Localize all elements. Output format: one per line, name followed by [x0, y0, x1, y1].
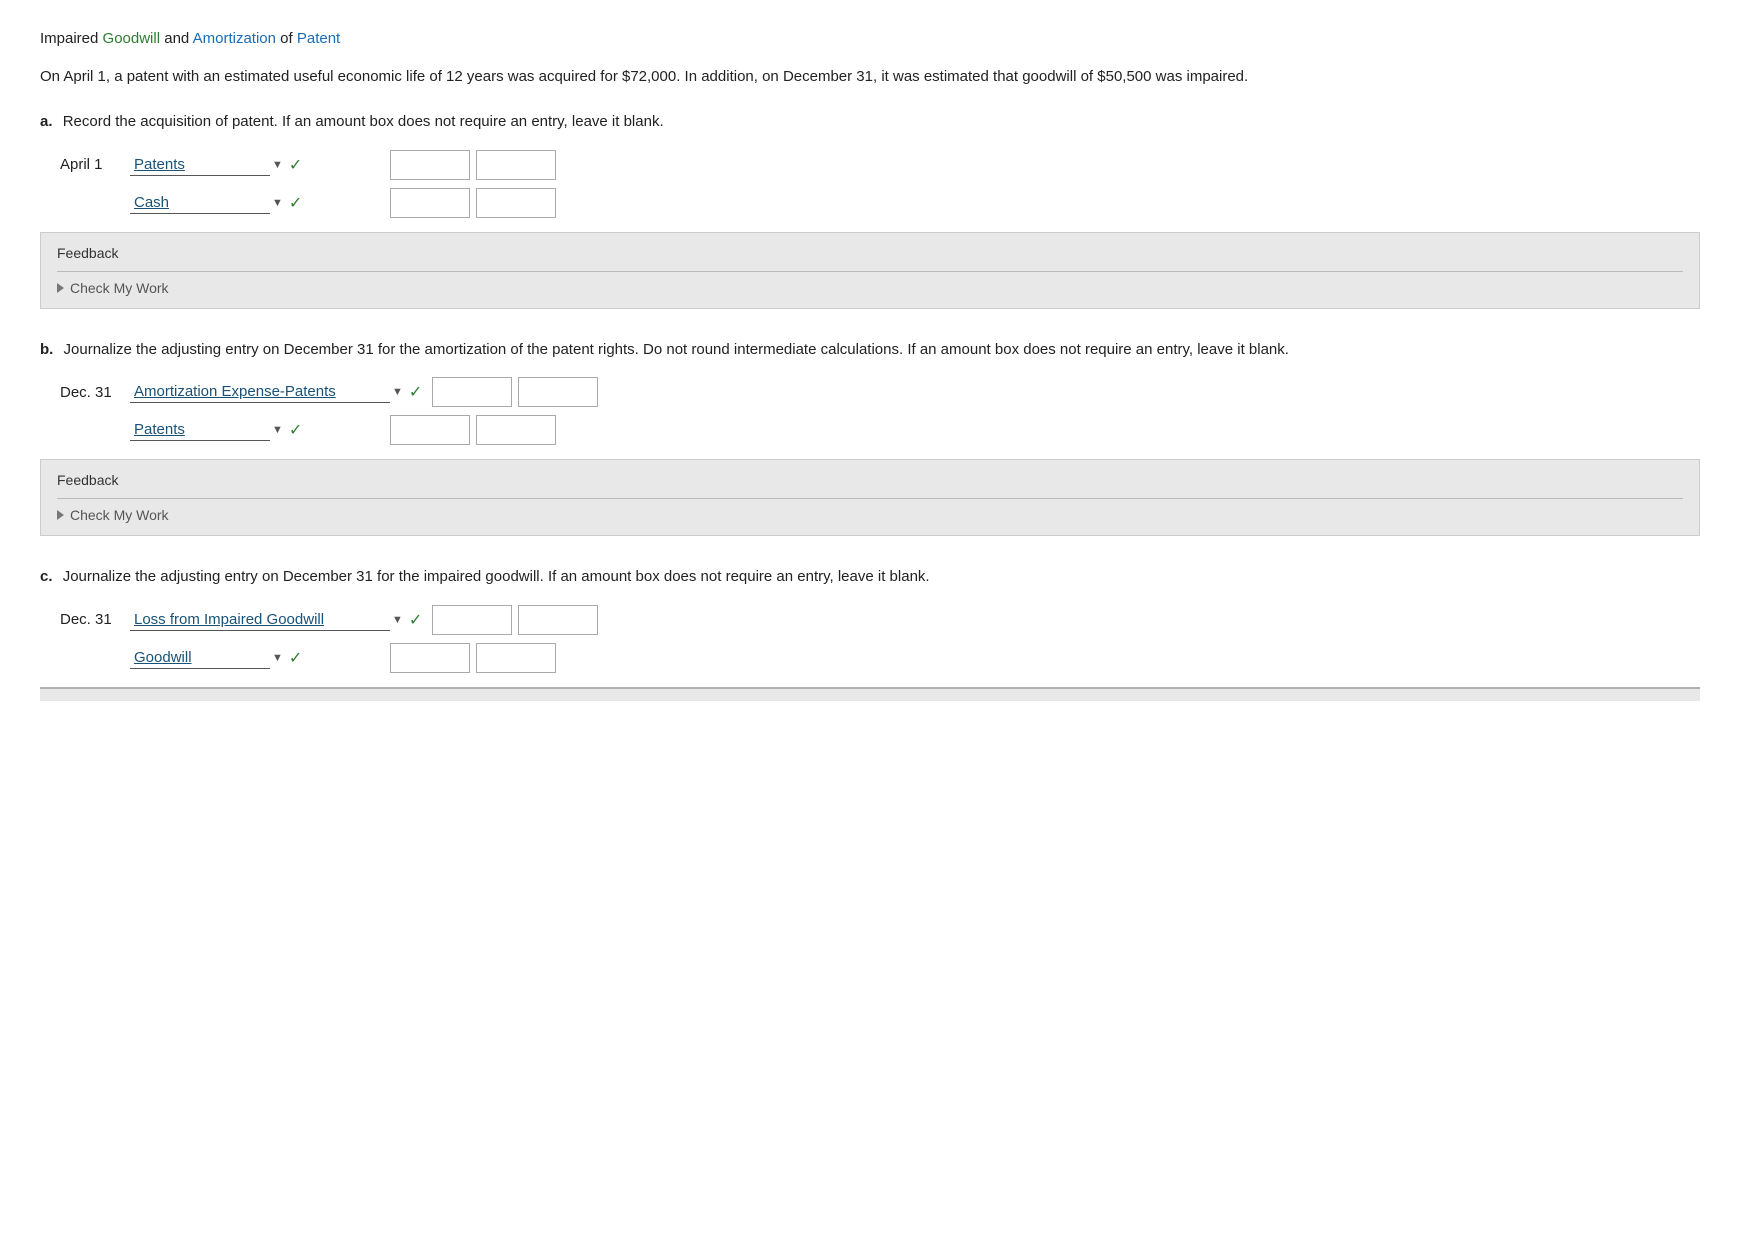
section-c-credit1[interactable]	[518, 605, 598, 635]
section-a-feedback-label: Feedback	[57, 245, 1683, 261]
check-mark-icon-2: ✓	[289, 193, 302, 213]
feedback-divider-a	[57, 271, 1683, 272]
section-a-question: a. Record the acquisition of patent. If …	[40, 111, 1700, 134]
section-a-account2-select[interactable]: Cash	[130, 192, 270, 214]
check-mark-icon-3: ✓	[409, 382, 422, 402]
section-a-check-my-work[interactable]: Check My Work	[57, 280, 1683, 296]
section-c-account2-wrapper: Goodwill ▼ ✓	[130, 647, 390, 669]
play-icon-a	[57, 283, 64, 293]
section-b-feedback-label: Feedback	[57, 472, 1683, 488]
section-a: a. Record the acquisition of patent. If …	[40, 111, 1700, 309]
section-c-bottom-bar	[40, 687, 1700, 701]
section-b-check-my-work[interactable]: Check My Work	[57, 507, 1683, 523]
feedback-divider-b	[57, 498, 1683, 499]
section-b-account1-select[interactable]: Amortization Expense-Patents	[130, 381, 390, 403]
section-c-row2: Goodwill ▼ ✓	[130, 643, 1700, 673]
check-mark-icon: ✓	[289, 155, 302, 175]
section-a-row2: Cash ▼ ✓	[130, 188, 1700, 218]
play-icon-b	[57, 510, 64, 520]
section-b-row2: Patents ▼ ✓	[130, 415, 1700, 445]
check-mark-icon-5: ✓	[409, 610, 422, 630]
page-title: Impaired Goodwill and Amortization of Pa…	[40, 30, 1700, 47]
section-b-feedback-box: Feedback Check My Work	[40, 459, 1700, 536]
section-a-date: April 1	[60, 156, 130, 173]
check-mark-icon-6: ✓	[289, 648, 302, 668]
chevron-down-icon-3[interactable]: ▼	[392, 386, 403, 398]
section-a-account1-wrapper: Patents ▼ ✓	[130, 154, 390, 176]
section-b-debit1[interactable]	[432, 377, 512, 407]
section-b-account2-wrapper: Patents ▼ ✓	[130, 419, 390, 441]
section-c-credit2[interactable]	[476, 643, 556, 673]
section-c-debit1[interactable]	[432, 605, 512, 635]
section-a-row1: April 1 Patents ▼ ✓	[60, 150, 1700, 180]
section-c-date: Dec. 31	[60, 611, 130, 628]
chevron-down-icon-2[interactable]: ▼	[272, 197, 283, 209]
problem-description: On April 1, a patent with an estimated u…	[40, 65, 1700, 89]
chevron-down-icon-4[interactable]: ▼	[272, 424, 283, 436]
section-b-date: Dec. 31	[60, 384, 130, 401]
section-b-row1: Dec. 31 Amortization Expense-Patents ▼ ✓	[60, 377, 1700, 407]
check-mark-icon-4: ✓	[289, 420, 302, 440]
section-b-account1-wrapper: Amortization Expense-Patents ▼ ✓	[130, 381, 432, 403]
section-c-account1-wrapper: Loss from Impaired Goodwill ▼ ✓	[130, 609, 432, 631]
section-c: c. Journalize the adjusting entry on Dec…	[40, 566, 1700, 701]
section-a-credit1[interactable]	[476, 150, 556, 180]
section-c-debit2[interactable]	[390, 643, 470, 673]
section-c-question: c. Journalize the adjusting entry on Dec…	[40, 566, 1700, 589]
section-b-debit2[interactable]	[390, 415, 470, 445]
section-a-debit2[interactable]	[390, 188, 470, 218]
section-b-credit1[interactable]	[518, 377, 598, 407]
section-c-account2-select[interactable]: Goodwill	[130, 647, 270, 669]
section-a-credit2[interactable]	[476, 188, 556, 218]
section-b: b. Journalize the adjusting entry on Dec…	[40, 339, 1700, 537]
section-b-credit2[interactable]	[476, 415, 556, 445]
section-b-account2-select[interactable]: Patents	[130, 419, 270, 441]
section-c-account1-select[interactable]: Loss from Impaired Goodwill	[130, 609, 390, 631]
section-a-account2-wrapper: Cash ▼ ✓	[130, 192, 390, 214]
section-b-question: b. Journalize the adjusting entry on Dec…	[40, 339, 1700, 362]
chevron-down-icon-5[interactable]: ▼	[392, 614, 403, 626]
chevron-down-icon-6[interactable]: ▼	[272, 652, 283, 664]
section-a-debit1[interactable]	[390, 150, 470, 180]
section-a-account1-select[interactable]: Patents	[130, 154, 270, 176]
chevron-down-icon[interactable]: ▼	[272, 159, 283, 171]
section-c-row1: Dec. 31 Loss from Impaired Goodwill ▼ ✓	[60, 605, 1700, 635]
section-a-feedback-box: Feedback Check My Work	[40, 232, 1700, 309]
